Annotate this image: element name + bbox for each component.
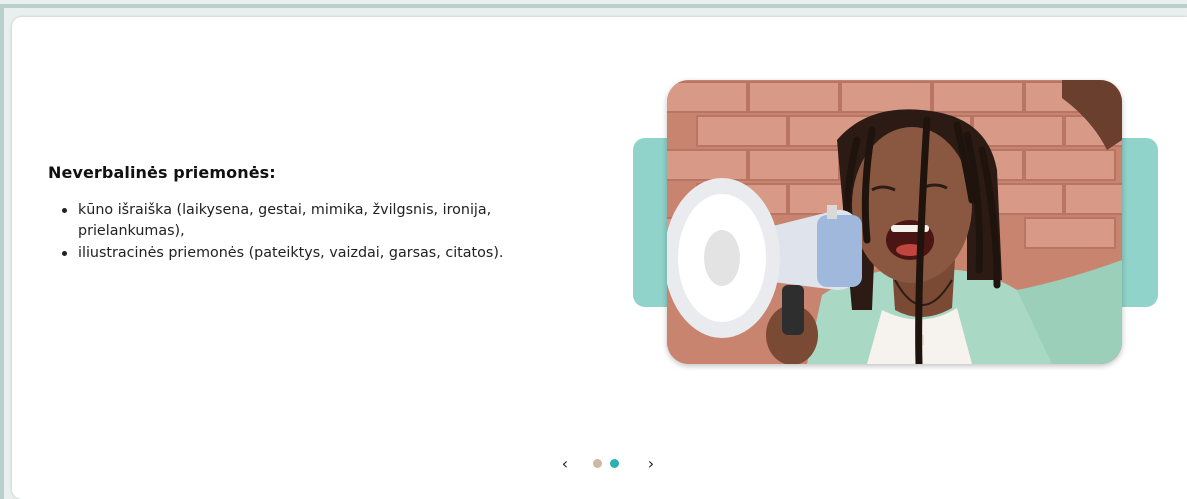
window-frame: Neverbalinės priemonės: kūno išraiška (l… (0, 0, 1187, 499)
list-item: kūno išraiška (laikysena, gestai, mimika… (62, 200, 568, 242)
bullet-list: kūno išraiška (laikysena, gestai, mimika… (48, 200, 568, 264)
slide-text: Neverbalinės priemonės: kūno išraiška (l… (48, 163, 568, 265)
chevron-left-icon[interactable]: ‹ (556, 452, 574, 474)
pager-dot-2[interactable] (610, 459, 619, 468)
carousel-pager: ‹ › (556, 452, 660, 474)
slide-heading: Neverbalinės priemonės: (48, 163, 276, 182)
list-item: iliustracinės priemonės (pateiktys, vaiz… (62, 243, 568, 264)
slide-photo (667, 80, 1122, 364)
photo-woman-megaphone-icon (667, 80, 1122, 364)
chevron-right-icon[interactable]: › (642, 452, 660, 474)
pager-dot-1[interactable] (593, 459, 602, 468)
